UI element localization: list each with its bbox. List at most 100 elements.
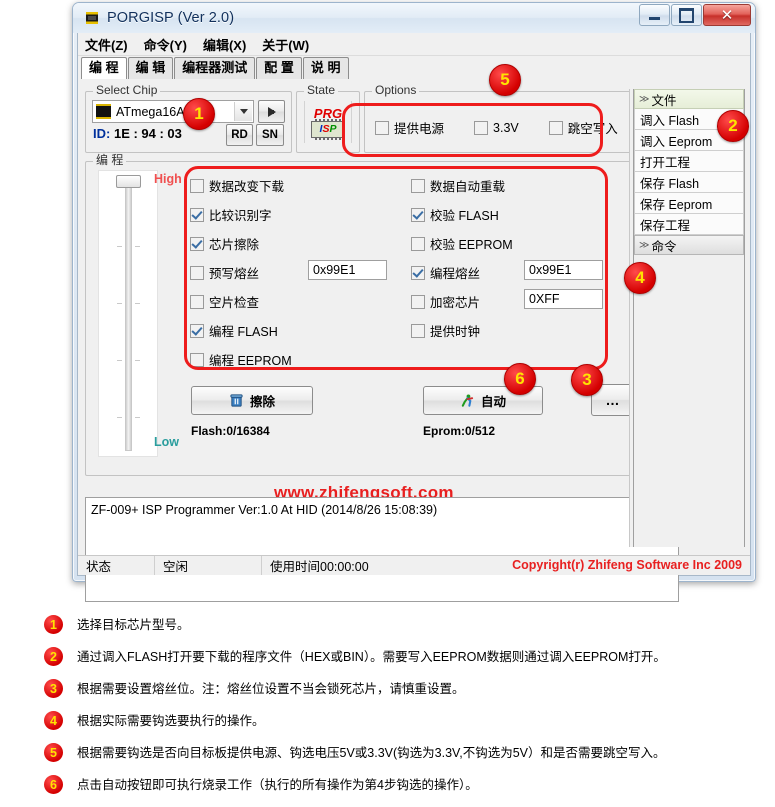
check-program-flash[interactable]: 编程 FLASH [190, 321, 278, 340]
window-controls: ✕ [639, 4, 751, 26]
isp-letter-p: P [329, 123, 337, 135]
read-id-button[interactable]: RD [226, 124, 253, 146]
checkbox-icon[interactable] [548, 120, 563, 135]
menu-item-command[interactable]: 命令(Y) [144, 35, 187, 54]
legend-text: 根据需要设置熔丝位。注：熔丝位设置不当会锁死芯片，请慎重设置。 [77, 682, 465, 696]
checkbox-icon[interactable] [411, 294, 425, 309]
maximize-icon[interactable] [671, 4, 702, 26]
dock-item-save-project[interactable]: 保存工程 [634, 214, 744, 235]
chevron-down-icon[interactable] [234, 102, 252, 121]
callout-2: 2 [717, 110, 749, 142]
chevron-down-icon: ≫ [639, 93, 650, 105]
options-title: Options [372, 84, 420, 97]
lock-bits-input[interactable]: 0XFF [524, 289, 603, 309]
tab-edit[interactable]: 编 辑 [127, 57, 174, 79]
checkbox-icon[interactable] [411, 265, 425, 280]
option-power-supply[interactable]: 提供电源 [375, 118, 444, 137]
checkbox-icon[interactable] [190, 265, 204, 280]
check-verify-flash[interactable]: 校验 FLASH [411, 205, 499, 224]
check-label: 校验 FLASH [430, 209, 499, 223]
option-skip-blank-write[interactable]: 跳空写入 [548, 118, 618, 137]
window-title: PORGISP (Ver 2.0) [107, 10, 235, 26]
erase-button[interactable]: 擦除 [191, 386, 313, 415]
checkbox-icon[interactable] [190, 207, 204, 222]
checkbox-icon[interactable] [411, 236, 425, 251]
chevron-down-icon: ≫ [639, 239, 650, 251]
legend-badge: 4 [44, 711, 63, 730]
checkbox-icon[interactable] [474, 120, 489, 135]
slider-low-label: Low [154, 435, 179, 449]
arrow-right-icon [267, 106, 276, 117]
tab-help[interactable]: 说 明 [302, 57, 349, 79]
check-label: 编程 EEPROM [209, 354, 292, 368]
legend-badge: 3 [44, 679, 63, 698]
menu-item-about[interactable]: 关于(W) [262, 35, 309, 54]
check-prewrite-fuse[interactable]: 预写熔丝 [190, 263, 259, 282]
dock-header-command[interactable]: ≫ 命令 [634, 235, 744, 255]
serial-number-button[interactable]: SN [256, 124, 284, 146]
application-window: PORGISP (Ver 2.0) ✕ 文件(Z) 命令(Y) 编辑(X) 关于… [72, 2, 756, 602]
callout-3: 3 [571, 364, 603, 396]
runner-icon [461, 393, 474, 407]
speed-slider[interactable] [98, 170, 158, 457]
chip-id-value: 1E : 94 : 03 [113, 126, 182, 141]
dock-header-file[interactable]: ≫ 文件 [634, 89, 744, 109]
slider-high-label: High [154, 172, 182, 186]
check-supply-clock[interactable]: 提供时钟 [411, 321, 480, 340]
check-label: 预写熔丝 [209, 267, 260, 281]
tab-programmer-test[interactable]: 编程器测试 [174, 57, 256, 79]
log-output[interactable]: ZF-009+ ISP Programmer Ver:1.0 At HID (2… [85, 497, 679, 602]
checkbox-icon[interactable] [411, 178, 425, 193]
menu-item-edit[interactable]: 编辑(X) [203, 35, 246, 54]
check-data-change-download[interactable]: 数据改变下载 [190, 176, 284, 195]
check-label: 空片检查 [209, 296, 260, 310]
check-compare-signature[interactable]: 比较识别字 [190, 205, 272, 224]
checkbox-icon[interactable] [190, 294, 204, 309]
check-label: 加密芯片 [430, 296, 481, 310]
menu-bar: 文件(Z) 命令(Y) 编辑(X) 关于(W) [78, 33, 750, 56]
dock-item-save-flash[interactable]: 保存 Flash [634, 172, 744, 193]
chip-select-combo[interactable]: ATmega16A [92, 100, 254, 123]
legend-row-5: 5 根据需要钩选是否向目标板提供电源、钩选电压5V或3.3V(钩选为3.3V,不… [0, 740, 775, 772]
callout-1: 1 [183, 98, 215, 130]
check-chip-erase[interactable]: 芯片擦除 [190, 234, 259, 253]
window-client-area: 文件(Z) 命令(Y) 编辑(X) 关于(W) 编 程 编 辑 编程器测试 配 … [77, 33, 751, 602]
chip-icon [83, 10, 101, 26]
minimize-icon[interactable] [639, 4, 670, 26]
check-label: 校验 EEPROM [430, 238, 513, 252]
log-line: ZF-009+ ISP Programmer Ver:1.0 At HID (2… [91, 503, 438, 517]
legend-badge: 1 [44, 615, 63, 634]
chip-go-button[interactable] [258, 100, 285, 123]
check-data-auto-reload[interactable]: 数据自动重载 [411, 176, 505, 195]
check-blank-check[interactable]: 空片检查 [190, 292, 259, 311]
legend-row-3: 3 根据需要设置熔丝位。注：熔丝位设置不当会锁死芯片，请慎重设置。 [0, 676, 775, 708]
slider-track[interactable] [125, 177, 132, 451]
legend-text: 通过调入FLASH打开要下载的程序文件（HEX或BIN）。需要写入EEPROM数… [77, 650, 666, 664]
legend-badge: 5 [44, 743, 63, 762]
checkbox-icon[interactable] [190, 323, 204, 338]
check-verify-eeprom[interactable]: 校验 EEPROM [411, 234, 513, 253]
checkbox-icon[interactable] [411, 323, 425, 338]
state-group: State PRG I S P [296, 84, 360, 153]
tab-config[interactable]: 配 置 [256, 57, 302, 79]
option-33v[interactable]: 3.3V [474, 120, 519, 135]
check-program-eeprom[interactable]: 编程 EEPROM [190, 350, 292, 369]
legend-badge: 2 [44, 647, 63, 666]
legend-row-6: 6 点击自动按钮即可执行烧录工作（执行的所有操作为第4步钩选的操作）。 [0, 772, 775, 804]
check-lock-chip[interactable]: 加密芯片 [411, 292, 480, 311]
slider-thumb[interactable] [116, 175, 141, 188]
check-program-fuse[interactable]: 编程熔丝 [411, 263, 480, 282]
menu-item-file[interactable]: 文件(Z) [85, 35, 128, 54]
callout-4: 4 [624, 262, 656, 294]
close-icon[interactable]: ✕ [703, 4, 751, 26]
tab-program[interactable]: 编 程 [81, 57, 127, 80]
checkbox-icon[interactable] [190, 352, 204, 367]
checkbox-icon[interactable] [375, 120, 389, 135]
prewrite-fuse-input[interactable]: 0x99E1 [308, 260, 387, 280]
dock-item-open-project[interactable]: 打开工程 [634, 151, 744, 172]
checkbox-icon[interactable] [190, 236, 204, 251]
checkbox-icon[interactable] [411, 207, 425, 222]
checkbox-icon[interactable] [190, 178, 204, 193]
program-fuse-input[interactable]: 0x99E1 [524, 260, 603, 280]
dock-item-save-eeprom[interactable]: 保存 Eeprom [634, 193, 744, 214]
